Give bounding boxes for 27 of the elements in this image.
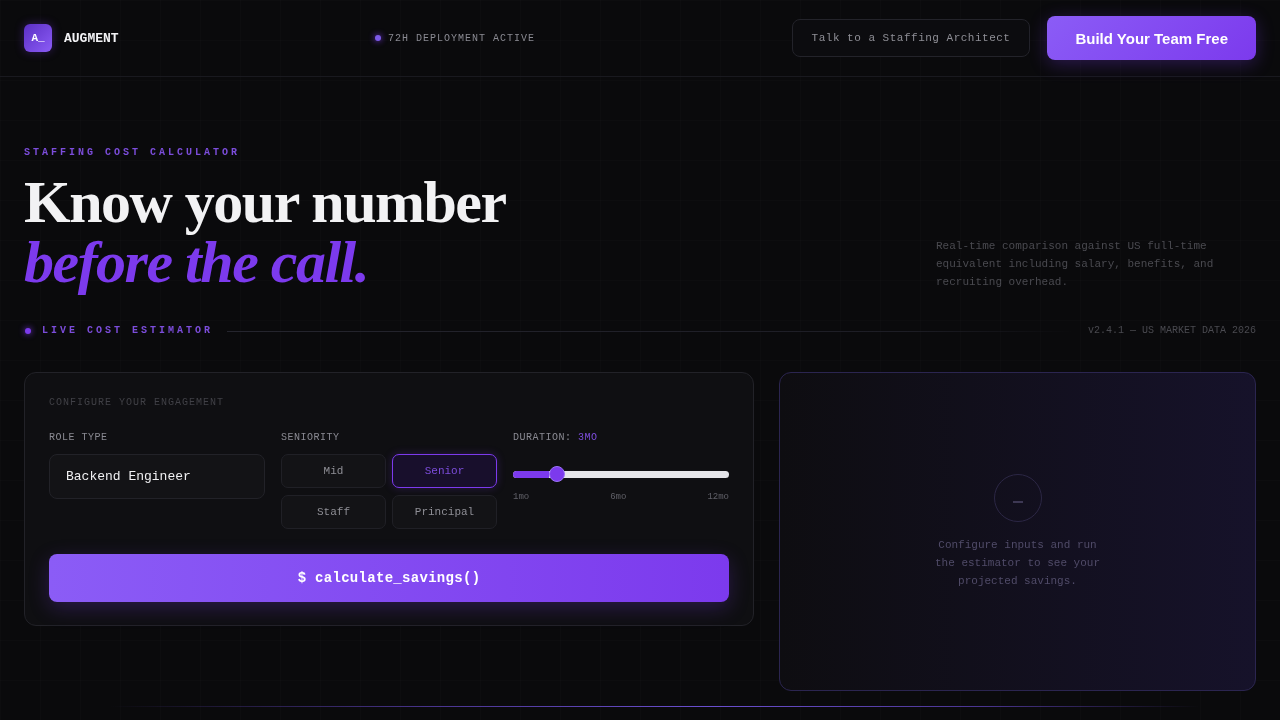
build-team-button[interactable]: Build Your Team Free [1047,16,1256,60]
seniority-option[interactable]: Staff [281,495,386,529]
logo-tile: A_ [24,24,52,52]
seniority-option[interactable]: Principal [392,495,497,529]
slider-tick-label: 12mo [707,492,729,503]
version-label: v2.4.1 — US MARKET DATA 2026 [1087,325,1256,337]
calculate-button[interactable]: $ calculate_savings() [49,554,729,602]
field-label: ROLE TYPE [49,432,108,444]
results-placeholder-text: Configure inputs and run the estimator to see your projected savings. [934,537,1101,589]
seniority-option[interactable]: Mid [281,454,386,488]
dash-circle-icon [993,473,1042,522]
role-input-field[interactable]: Backend Engineer [49,454,265,499]
slider-tick-label: 1mo [513,492,530,503]
eyebrow-label: STAFFING COST CALCULATOR [24,147,241,159]
slider-thumb[interactable] [549,466,565,482]
brand-name: AUGMENT [64,30,119,46]
architect-button[interactable]: Talk to a Staffing Architect [791,19,1031,57]
field-label: DURATION: [513,432,572,443]
duration-value: 3MO [578,432,598,443]
field-label: SENIORITY [281,432,340,444]
live-dot-icon [25,328,31,334]
section-label: LIVE COST ESTIMATOR [42,325,214,337]
deployment-status: 72H DEPLOYMENT ACTIVE [388,32,536,44]
seniority-option[interactable]: Senior [392,454,497,488]
status-dot-icon [375,35,382,41]
slider-tick-label: 6mo [610,492,627,503]
hero-description: Real-time comparison against US full-time equivalent including salary, benefits, and recruiting overhead. [936,239,1215,290]
